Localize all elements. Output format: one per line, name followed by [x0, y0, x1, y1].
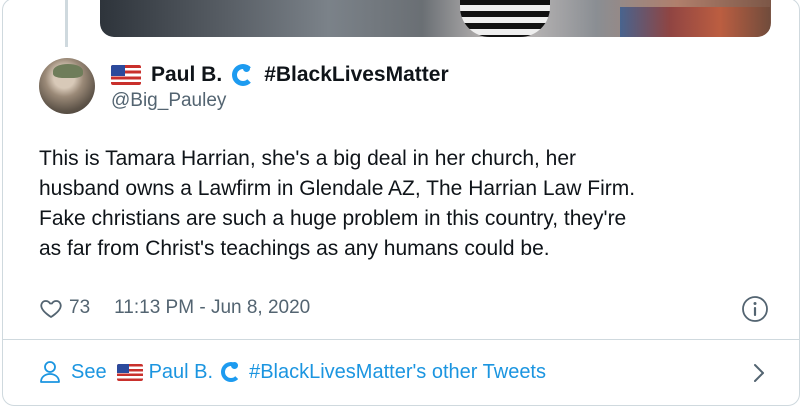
footer-author-name: Paul B. [148, 360, 214, 383]
person-icon [40, 361, 60, 383]
tweet-text-line: husband owns a Lawfirm in Glendale AZ, T… [39, 177, 636, 200]
tweet-meta-row: 73 11:13 PM - Jun 8, 2020 [39, 293, 310, 323]
tweet-text-line: Fake christians are such a huge problem … [39, 207, 627, 230]
tweet-timestamp[interactable]: 11:13 PM - Jun 8, 2020 [114, 297, 310, 319]
media-striped-shirt [460, 0, 550, 37]
see-label: See [71, 360, 107, 383]
author-name-row[interactable]: Paul B. #BlackLivesMatter [111, 62, 449, 88]
us-flag-icon [111, 65, 141, 85]
like-count[interactable]: 73 [69, 297, 90, 319]
thread-connector-line [65, 0, 68, 47]
avatar-hat [53, 64, 83, 78]
tweet-card[interactable]: Paul B. #BlackLivesMatter @Big_Pauley Th… [2, 0, 800, 406]
author-handle[interactable]: @Big_Pauley [111, 90, 449, 112]
see-other-tweets-link[interactable]: See Paul B. #BlackLivesMatter's other Tw… [39, 357, 546, 387]
heart-icon[interactable] [39, 296, 63, 320]
us-flag-icon [116, 363, 143, 381]
info-icon[interactable] [741, 295, 769, 323]
author-display-name: Paul B. [151, 63, 223, 86]
footer-divider [3, 339, 799, 340]
avatar[interactable] [39, 58, 95, 114]
media-store-shelf [620, 7, 770, 37]
tweet-text-line: This is Tamara Harrian, she's a big deal… [39, 147, 577, 170]
tweet-text-line: as far from Christ's teachings as any hu… [39, 237, 550, 260]
wave-icon [232, 64, 255, 86]
footer-other-tweets-label: #BlackLivesMatter's other Tweets [249, 360, 546, 383]
chevron-right-icon[interactable] [749, 361, 769, 385]
tweet-author-header[interactable]: Paul B. #BlackLivesMatter @Big_Pauley [111, 62, 449, 112]
tweet-text: This is Tamara Harrian, she's a big deal… [39, 144, 779, 264]
tweet-media-image[interactable] [100, 0, 771, 37]
author-hashtag-name: #BlackLivesMatter [264, 63, 449, 86]
wave-icon [221, 362, 242, 382]
